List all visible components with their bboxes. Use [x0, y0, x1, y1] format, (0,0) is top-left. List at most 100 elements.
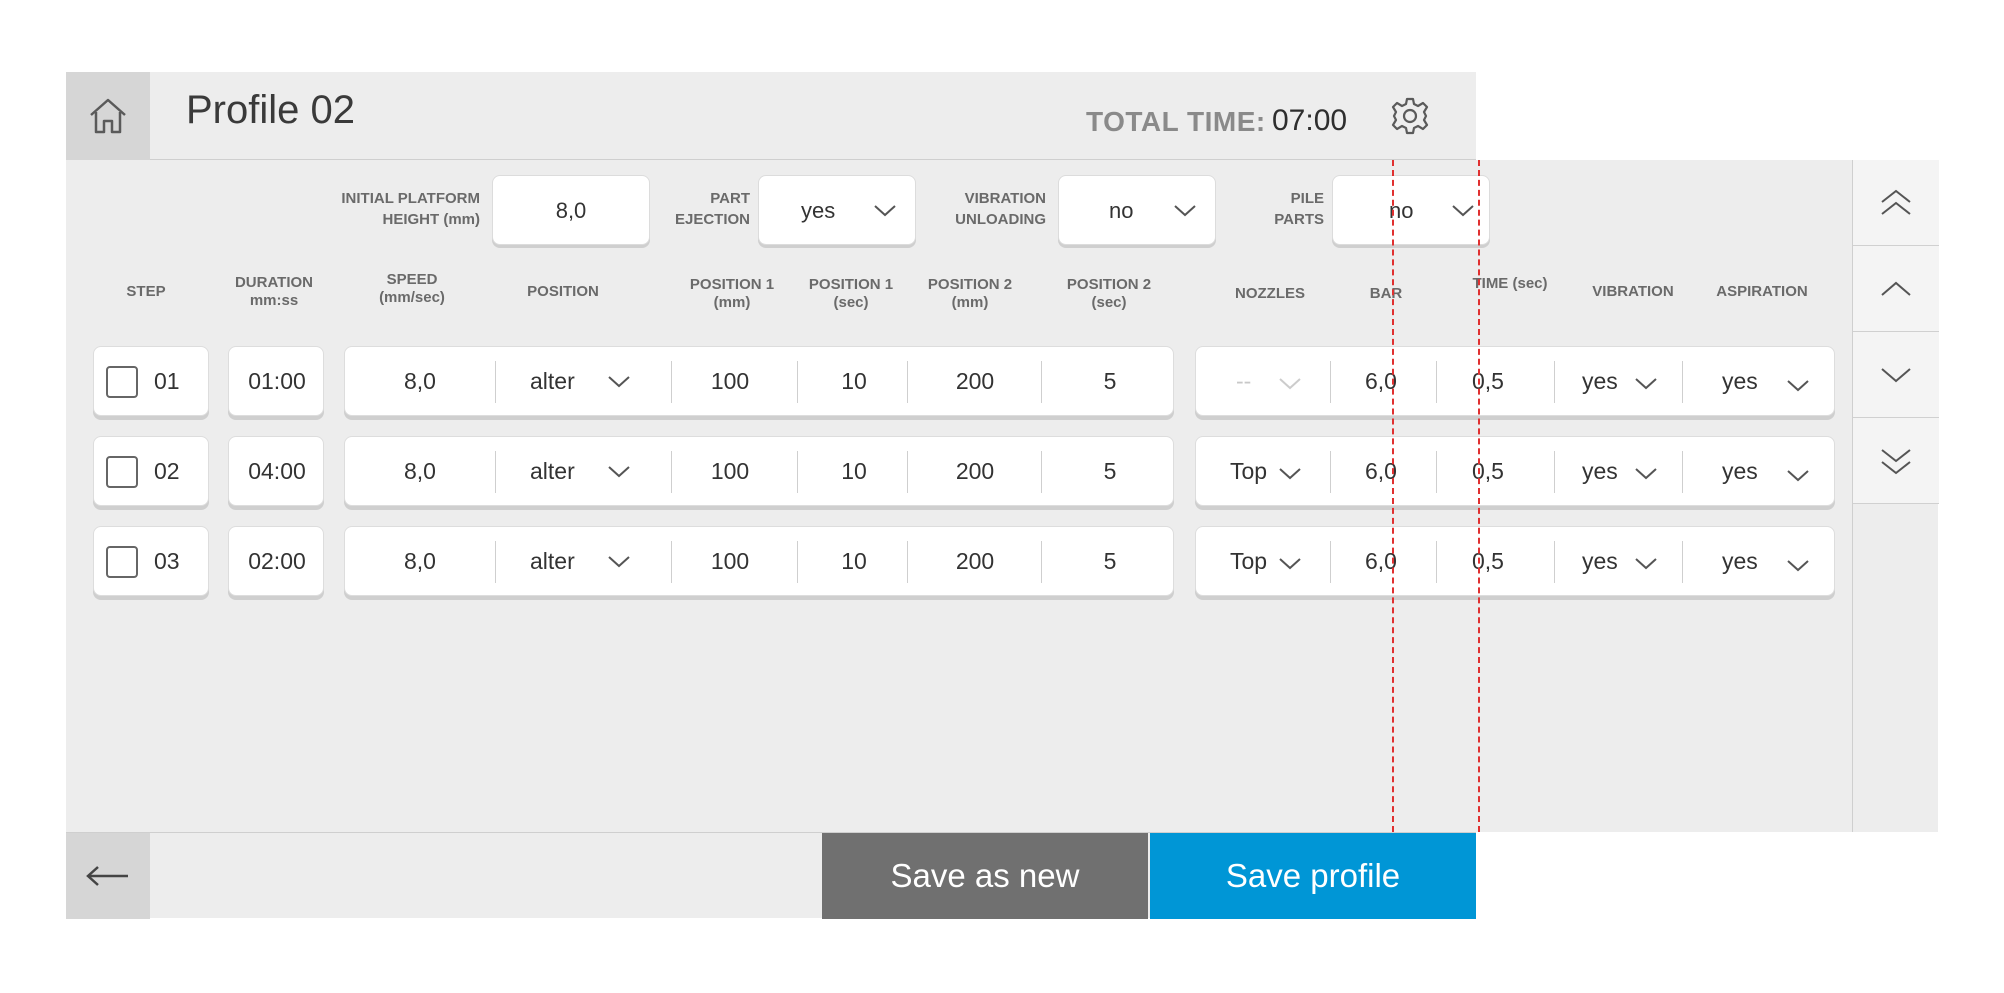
duration-value: 01:00: [248, 368, 306, 394]
position2-mm-input[interactable]: 200: [910, 458, 1040, 485]
double-chevron-down-icon: [1881, 448, 1911, 474]
motion-group: 8,0 alter 100 10 200 5: [344, 526, 1174, 596]
step-number: 03: [154, 548, 180, 574]
column-header-speed: SPEED (mm/sec): [379, 271, 445, 306]
bar-input[interactable]: 6,0: [1336, 458, 1426, 485]
position2-mm-input[interactable]: 200: [910, 368, 1040, 395]
position1-sec-input[interactable]: 10: [800, 368, 908, 395]
chevron-down-icon: [608, 466, 630, 478]
chevron-down-icon: [1787, 380, 1809, 392]
motion-group: 8,0 alter 100 10 200 5: [344, 346, 1174, 416]
chevron-down-icon: [1174, 205, 1196, 217]
save-profile-button[interactable]: Save profile: [1150, 833, 1476, 919]
column-header-aspiration: ASPIRATION: [1716, 283, 1808, 300]
position-select[interactable]: alter: [530, 368, 575, 395]
column-header-position1-sec: POSITION 1 (sec): [808, 276, 894, 311]
step-checkbox[interactable]: [106, 546, 138, 578]
column-header-vibration: VIBRATION: [1592, 283, 1674, 300]
initial-platform-height-input[interactable]: 8,0: [492, 175, 650, 245]
pile-parts-label: PILE PARTS: [1274, 190, 1324, 228]
vibration-unloading-label: VIBRATION UNLOADING: [955, 190, 1046, 228]
step-checkbox[interactable]: [106, 366, 138, 398]
back-button[interactable]: [66, 833, 150, 919]
scroll-down-button[interactable]: [1853, 332, 1939, 418]
position1-mm-input[interactable]: 100: [675, 368, 785, 395]
position2-sec-input[interactable]: 5: [1045, 458, 1175, 485]
part-ejection-select[interactable]: yes: [758, 175, 916, 245]
scroll-up-button[interactable]: [1853, 246, 1939, 332]
aspiration-select[interactable]: yes: [1722, 548, 1758, 575]
position-select[interactable]: alter: [530, 458, 575, 485]
column-header-step: STEP: [126, 283, 166, 300]
nozzles-select[interactable]: Top: [1230, 548, 1267, 575]
nozzles-select[interactable]: Top: [1230, 458, 1267, 485]
initial-platform-height-label: INITIAL PLATFORM HEIGHT (mm): [341, 190, 480, 228]
time-input[interactable]: 0,5: [1448, 458, 1528, 485]
chevron-down-icon: [874, 205, 896, 217]
nozzles-select[interactable]: --: [1236, 368, 1251, 395]
step-number: 02: [154, 458, 180, 484]
step-cell[interactable]: 02: [93, 436, 209, 506]
page-title: Profile 02: [186, 88, 355, 132]
duration-input[interactable]: 02:00: [228, 526, 324, 596]
step-number: 01: [154, 368, 180, 394]
motion-group: 8,0 alter 100 10 200 5: [344, 436, 1174, 506]
chevron-down-icon: [1279, 468, 1301, 480]
position2-sec-input[interactable]: 5: [1045, 548, 1175, 575]
position-select[interactable]: alter: [530, 548, 575, 575]
guide-line: [1478, 160, 1480, 832]
position1-sec-input[interactable]: 10: [800, 548, 908, 575]
nozzle-group: Top 6,0 0,5 yes yes: [1195, 526, 1835, 596]
vibration-select[interactable]: yes: [1582, 548, 1618, 575]
total-time-value: 07:00: [1272, 104, 1348, 137]
position2-mm-input[interactable]: 200: [910, 548, 1040, 575]
chevron-down-icon: [1881, 367, 1911, 382]
chevron-down-icon: [1635, 468, 1657, 480]
step-cell[interactable]: 03: [93, 526, 209, 596]
footer: Save as new Save profile: [66, 832, 1476, 919]
aspiration-select[interactable]: yes: [1722, 368, 1758, 395]
vibration-select[interactable]: yes: [1582, 368, 1618, 395]
position1-sec-input[interactable]: 10: [800, 458, 908, 485]
pile-parts-select[interactable]: no: [1332, 175, 1490, 245]
position1-mm-input[interactable]: 100: [675, 548, 785, 575]
chevron-down-icon: [1787, 560, 1809, 572]
scroll-nav: [1852, 160, 1939, 832]
step-cell[interactable]: 01: [93, 346, 209, 416]
position1-mm-input[interactable]: 100: [675, 458, 785, 485]
nozzle-group: Top 6,0 0,5 yes yes: [1195, 436, 1835, 506]
column-header-time: TIME (sec): [1472, 275, 1548, 292]
part-ejection-value: yes: [801, 198, 836, 223]
speed-input[interactable]: 8,0: [375, 368, 465, 395]
chevron-down-icon: [608, 376, 630, 388]
chevron-down-icon: [608, 556, 630, 568]
step-checkbox[interactable]: [106, 456, 138, 488]
save-as-new-button[interactable]: Save as new: [822, 833, 1148, 919]
time-input[interactable]: 0,5: [1448, 368, 1528, 395]
home-button[interactable]: [66, 72, 150, 160]
column-header-position: POSITION: [527, 283, 599, 300]
bar-input[interactable]: 6,0: [1336, 368, 1426, 395]
scroll-bottom-button[interactable]: [1853, 418, 1939, 504]
gear-icon[interactable]: [1390, 96, 1430, 136]
home-icon: [90, 98, 126, 134]
arrow-left-icon: [86, 866, 128, 886]
vibration-select[interactable]: yes: [1582, 458, 1618, 485]
guide-line: [1392, 160, 1394, 832]
chevron-down-icon: [1279, 558, 1301, 570]
speed-input[interactable]: 8,0: [375, 548, 465, 575]
aspiration-select[interactable]: yes: [1722, 458, 1758, 485]
chevron-down-icon: [1279, 378, 1301, 390]
speed-input[interactable]: 8,0: [375, 458, 465, 485]
vibration-unloading-select[interactable]: no: [1058, 175, 1216, 245]
duration-input[interactable]: 01:00: [228, 346, 324, 416]
duration-input[interactable]: 04:00: [228, 436, 324, 506]
chevron-down-icon: [1635, 378, 1657, 390]
scroll-top-button[interactable]: [1853, 160, 1939, 246]
position2-sec-input[interactable]: 5: [1045, 368, 1175, 395]
header: Profile 02 TOTAL TIME: 07:00: [66, 72, 1476, 160]
bar-input[interactable]: 6,0: [1336, 548, 1426, 575]
time-input[interactable]: 0,5: [1448, 548, 1528, 575]
total-time-label: TOTAL TIME:: [1086, 106, 1266, 137]
initial-platform-height-value: 8,0: [555, 198, 587, 223]
